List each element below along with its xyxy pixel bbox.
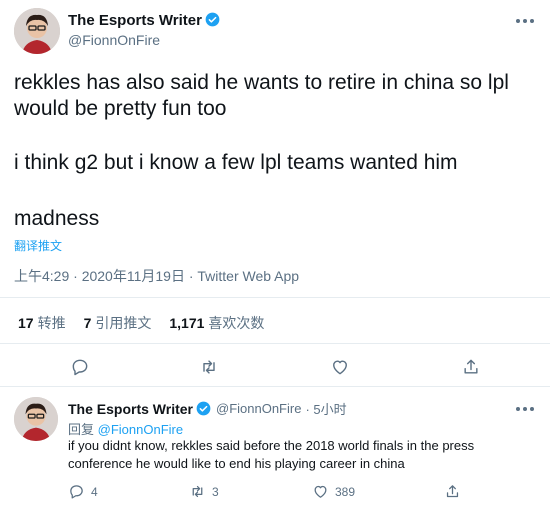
quotes-stat[interactable]: 7 引用推文 (84, 313, 170, 333)
translate-tweet-link[interactable]: 翻译推文 (14, 237, 62, 254)
quote-label: 引用推文 (95, 315, 152, 331)
tweet-timestamp[interactable]: 上午4:29 · 2020年11月19日 · Twitter Web App (14, 266, 299, 286)
retweet-label: 转推 (37, 315, 66, 331)
reply-author-info: The Esports Writer @FionnOnFire · 5小时 (68, 399, 347, 418)
tweet-line-3: i think g2 but i know a few lpl teams wa… (14, 151, 458, 174)
reply-author-handle[interactable]: @FionnOnFire (216, 401, 301, 416)
retweets-stat[interactable]: 17 转推 (18, 313, 84, 333)
reply-like-button[interactable]: 389 (312, 483, 355, 500)
reply-retweet-button[interactable]: 3 (189, 483, 219, 500)
like-icon (314, 485, 327, 498)
divider (0, 297, 550, 298)
verified-badge-icon (196, 401, 211, 416)
reply-reply-button[interactable]: 4 (68, 483, 98, 500)
reply-icon[interactable] (70, 357, 90, 382)
like-label: 喜欢次数 (208, 315, 265, 331)
tweet-line-1: rekkles has also said he wants to retire… (14, 71, 509, 94)
likes-stat[interactable]: 1,171 喜欢次数 (169, 313, 282, 333)
quote-count: 7 (83, 315, 92, 331)
retweet-icon (192, 485, 203, 498)
more-options-icon[interactable] (514, 14, 536, 32)
author-info: The Esports Writer (68, 12, 220, 30)
reply-retweet-count: 3 (212, 484, 219, 499)
like-icon[interactable] (330, 357, 350, 382)
reply-line-1: if you didnt know, rekkles said before t… (68, 438, 475, 453)
reply-share-button[interactable] (444, 483, 467, 500)
tweet-stats: 17 转推 7 引用推文 1,171 喜欢次数 (18, 313, 282, 333)
reply-time[interactable]: · 5小时 (305, 399, 346, 418)
like-count: 1,171 (169, 315, 205, 331)
tweet-line-2: would be pretty fun too (14, 97, 227, 120)
reply-line-2: conference he would like to end his play… (68, 456, 405, 471)
tweet-line-4: madness (14, 207, 100, 230)
reply-author-avatar[interactable] (14, 397, 58, 441)
retweet-icon[interactable] (199, 357, 219, 382)
replying-to-handle[interactable]: @FionnOnFire (98, 422, 183, 437)
share-icon[interactable] (461, 357, 481, 382)
reply-more-options-icon[interactable] (514, 402, 536, 420)
author-name[interactable]: The Esports Writer (68, 12, 202, 29)
retweet-count: 17 (18, 315, 34, 331)
reply-reply-count: 4 (91, 484, 98, 499)
divider (0, 386, 550, 387)
author-handle[interactable]: @FionnOnFire (68, 32, 160, 48)
replying-to: 回复 @FionnOnFire (68, 419, 183, 438)
verified-badge-icon (205, 12, 220, 27)
reply-icon (70, 485, 83, 499)
reply-like-count: 389 (335, 484, 356, 499)
author-avatar[interactable] (14, 8, 60, 54)
reply-author-name[interactable]: The Esports Writer (68, 401, 193, 417)
share-icon (446, 485, 459, 498)
replying-prefix: 回复 (68, 422, 95, 437)
divider (0, 343, 550, 344)
